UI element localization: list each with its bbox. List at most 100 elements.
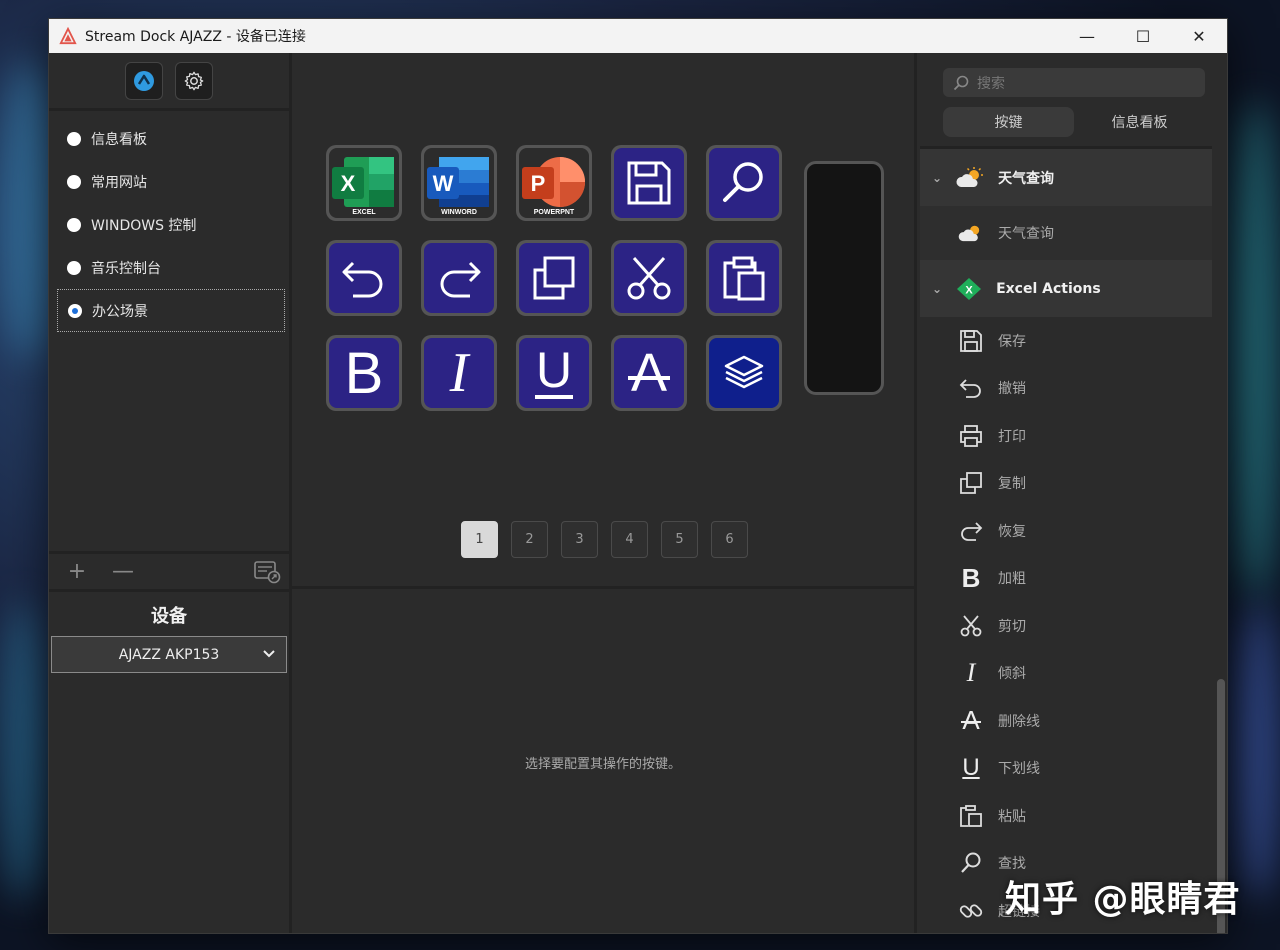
page-button-5[interactable]: 5 xyxy=(661,521,698,558)
title-bar: Stream Dock AJAZZ - 设备已连接 — ☐ ✕ xyxy=(49,19,1227,53)
profile-label: 常用网站 xyxy=(91,174,147,191)
store-button[interactable] xyxy=(125,61,163,100)
action-list-scrollbar[interactable] xyxy=(1217,149,1225,933)
key-strikethrough[interactable]: A xyxy=(611,335,687,411)
export-icon xyxy=(254,561,281,584)
radio-button[interactable] xyxy=(67,174,81,189)
profile-toolbar: + — xyxy=(49,551,289,589)
actions-panel: 搜索 按键 信息看板 ⌄ 天气查询 天气查询 ⌄ X Excel Actions… xyxy=(917,53,1227,933)
page-button-4[interactable]: 4 xyxy=(611,521,648,558)
scissors-icon xyxy=(958,613,984,639)
key-grid: X EXCEL W WINWORD P POWERPNT B I U A xyxy=(326,145,782,411)
chevron-down-icon: ⌄ xyxy=(932,170,943,185)
radio-button[interactable] xyxy=(67,217,81,232)
device-dropdown[interactable]: AJAZZ AKP153 xyxy=(51,636,287,673)
action-item[interactable]: 复制 xyxy=(920,460,1212,508)
device-title: 设备 xyxy=(151,606,187,627)
action-item[interactable]: 打印 xyxy=(920,412,1212,460)
svg-text:X: X xyxy=(965,284,973,296)
action-item[interactable]: 粘贴 xyxy=(920,792,1212,840)
action-item[interactable]: 保存 xyxy=(920,317,1212,365)
weather-icon xyxy=(956,166,984,189)
key-paste[interactable] xyxy=(706,240,782,316)
page-button-2[interactable]: 2 xyxy=(511,521,548,558)
excel-icon: X xyxy=(956,277,982,301)
radio-button[interactable] xyxy=(67,131,81,146)
page-button-6[interactable]: 6 xyxy=(711,521,748,558)
svg-text:P: P xyxy=(531,171,546,196)
profile-item[interactable]: WINDOWS 控制 xyxy=(57,203,285,246)
search-icon xyxy=(953,75,969,90)
action-item[interactable]: I 倾斜 xyxy=(920,650,1212,698)
profile-export-button[interactable] xyxy=(253,558,281,584)
key-redo[interactable] xyxy=(421,240,497,316)
action-item[interactable]: 撤销 xyxy=(920,365,1212,413)
key-find[interactable] xyxy=(706,145,782,221)
action-label: 撤销 xyxy=(998,381,1026,398)
close-button[interactable]: ✕ xyxy=(1171,19,1227,53)
property-inspector: 选择要配置其操作的按键。 xyxy=(292,592,914,933)
key-caption: WINWORD xyxy=(441,209,477,216)
profile-item[interactable]: 常用网站 xyxy=(57,160,285,203)
category-excel-actions[interactable]: ⌄ X Excel Actions xyxy=(920,260,1212,317)
search-icon xyxy=(723,162,763,202)
copy-icon xyxy=(958,470,984,496)
powerpoint-icon: P xyxy=(522,157,585,207)
page-button-3[interactable]: 3 xyxy=(561,521,598,558)
profile-item[interactable]: 音乐控制台 xyxy=(57,246,285,289)
category-label: Excel Actions xyxy=(996,280,1101,297)
key-undo[interactable] xyxy=(326,240,402,316)
app-window: Stream Dock AJAZZ - 设备已连接 — ☐ ✕ 信息看板 常用网… xyxy=(48,18,1228,934)
minimize-button[interactable]: — xyxy=(1059,19,1115,53)
weather-icon xyxy=(958,220,984,246)
settings-button[interactable] xyxy=(175,61,213,100)
action-item[interactable]: 恢复 xyxy=(920,507,1212,555)
category-label: 天气查询 xyxy=(998,170,1055,187)
search-input[interactable]: 搜索 xyxy=(943,68,1205,97)
device-dropdown-value: AJAZZ AKP153 xyxy=(118,646,220,663)
key-powerpoint[interactable]: P POWERPNT xyxy=(516,145,592,221)
radio-button[interactable] xyxy=(67,260,81,275)
device-section: 设备 AJAZZ AKP153 xyxy=(49,589,289,933)
action-label: 剪切 xyxy=(998,618,1026,635)
tab-keys[interactable]: 按键 xyxy=(943,107,1074,137)
profile-item-selected[interactable]: 办公场景 xyxy=(57,289,285,332)
printer-icon xyxy=(958,423,984,449)
action-item[interactable]: A 删除线 xyxy=(920,697,1212,745)
redo-icon xyxy=(440,261,481,298)
remove-profile-button[interactable]: — xyxy=(107,559,139,584)
key-italic[interactable]: I xyxy=(421,335,497,411)
page-button-1[interactable]: 1 xyxy=(461,521,498,558)
profile-item[interactable]: 信息看板 xyxy=(57,117,285,160)
maximize-button[interactable]: ☐ xyxy=(1115,19,1171,53)
strikethrough-icon: A xyxy=(958,705,984,735)
action-item[interactable]: B 加粗 xyxy=(920,555,1212,603)
layers-icon xyxy=(724,355,764,389)
profile-label: 音乐控制台 xyxy=(91,260,161,277)
action-item[interactable]: 剪切 xyxy=(920,602,1212,650)
key-word[interactable]: W WINWORD xyxy=(421,145,497,221)
search-icon xyxy=(958,850,984,876)
key-excel[interactable]: X EXCEL xyxy=(326,145,402,221)
action-list: ⌄ 天气查询 天气查询 ⌄ X Excel Actions 保存 撤销 打印 复… xyxy=(920,146,1212,933)
touch-strip-display[interactable] xyxy=(804,161,884,395)
action-item[interactable]: U 下划线 xyxy=(920,745,1212,793)
action-item[interactable]: 天气查询 xyxy=(920,206,1212,260)
key-underline[interactable]: U xyxy=(516,335,592,411)
key-save[interactable] xyxy=(611,145,687,221)
watermark: 知乎 @眼睛君 xyxy=(1005,879,1241,920)
strikethrough-icon: A xyxy=(630,343,668,403)
chevron-down-icon xyxy=(263,650,275,658)
tab-dashboard[interactable]: 信息看板 xyxy=(1074,107,1205,137)
action-tabs: 按键 信息看板 xyxy=(943,107,1205,137)
category-weather[interactable]: ⌄ 天气查询 xyxy=(920,149,1212,206)
radio-button-selected[interactable] xyxy=(68,303,82,318)
add-profile-button[interactable]: + xyxy=(61,559,93,584)
editor-panel: X EXCEL W WINWORD P POWERPNT B I U A 1 2… xyxy=(289,53,917,933)
action-label: 天气查询 xyxy=(998,226,1054,242)
page-selector: 1 2 3 4 5 6 xyxy=(461,521,748,558)
key-copy[interactable] xyxy=(516,240,592,316)
key-cut[interactable] xyxy=(611,240,687,316)
key-layers[interactable] xyxy=(706,335,782,411)
key-bold[interactable]: B xyxy=(326,335,402,411)
